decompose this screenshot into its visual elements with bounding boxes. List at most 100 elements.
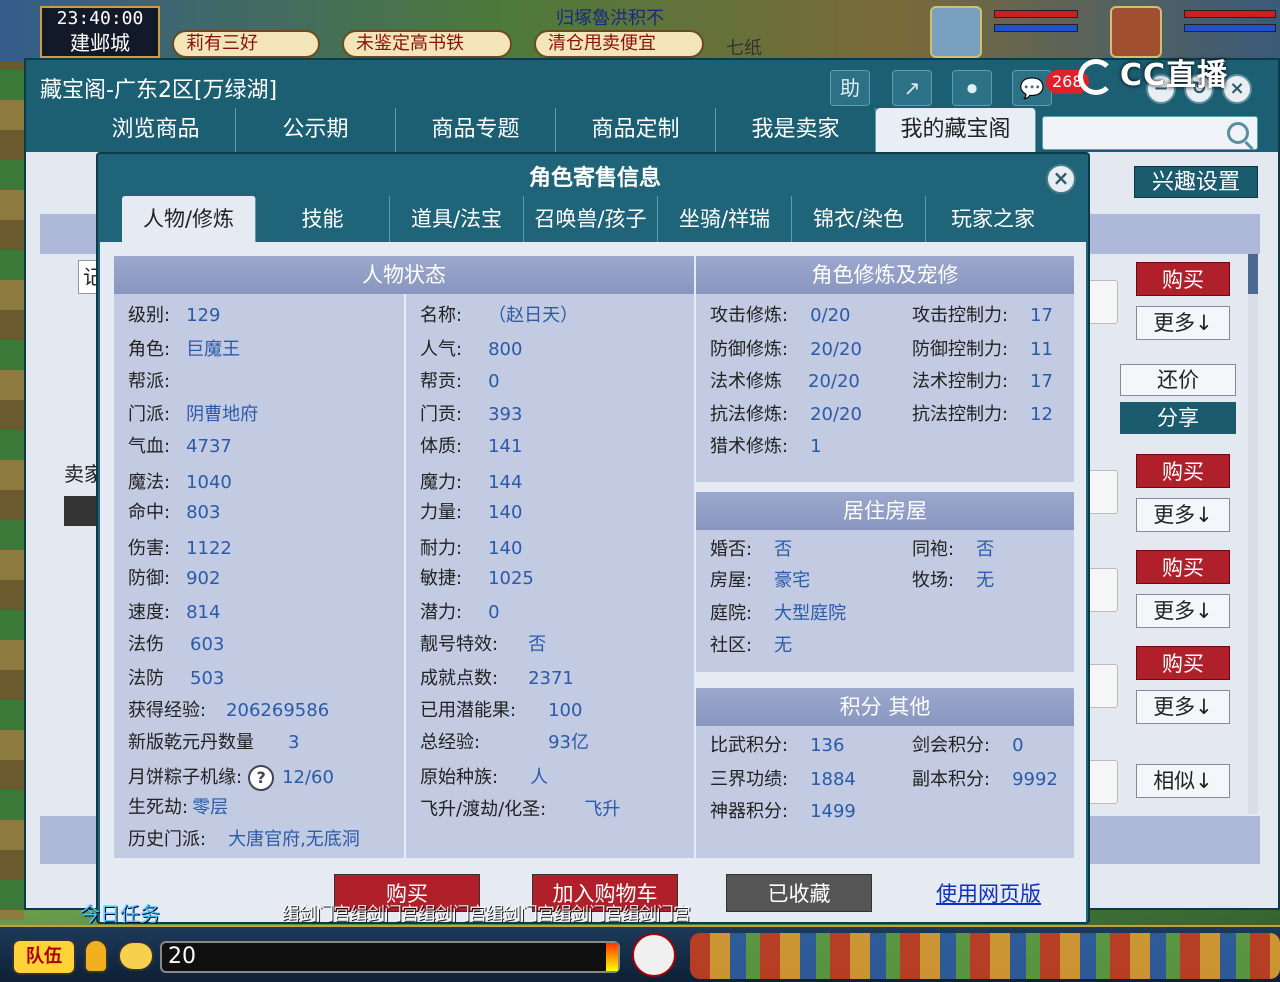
- buy-button[interactable]: 购买: [1136, 454, 1230, 488]
- tab-announce[interactable]: 公示期: [236, 108, 396, 152]
- cultivation-row: 法术控制力: 17: [912, 366, 1053, 398]
- stat-label: 魔法:: [128, 472, 171, 493]
- item-thumbnail[interactable]: [1088, 760, 1118, 804]
- quest-tag-1[interactable]: 莉有三好: [172, 30, 320, 58]
- microphone-icon[interactable]: [84, 939, 108, 973]
- buy-button[interactable]: 购买: [1136, 262, 1230, 296]
- tab-custom[interactable]: 商品定制: [556, 108, 716, 152]
- skill-shortcut-bar[interactable]: [690, 933, 1280, 979]
- stat-value: 无: [976, 570, 995, 591]
- message-icon[interactable]: 💬: [1012, 70, 1052, 106]
- help-button[interactable]: 助: [830, 70, 870, 106]
- more-button[interactable]: 更多↓: [1136, 594, 1230, 628]
- quest-title-top[interactable]: 归塚魯洪积不: [556, 4, 664, 29]
- collected-button[interactable]: 已收藏: [726, 874, 872, 912]
- chat-bubble-icon[interactable]: [118, 941, 154, 971]
- modal-body: 人物状态 级别: 129 角色: 巨魔王 帮派: 门派: 阴曹地府 气血: 4737 魔…: [100, 242, 1086, 922]
- chat-input[interactable]: 20: [160, 941, 620, 973]
- tab-topics[interactable]: 商品专题: [396, 108, 556, 152]
- tab-character[interactable]: 人物/修炼: [122, 196, 256, 242]
- interest-settings-button[interactable]: 兴趣设置: [1134, 166, 1258, 198]
- cultivation-panel: 角色修炼及宠修 攻击修炼: 0/20 攻击控制力: 17 防御修炼: 20/20 防御…: [696, 256, 1074, 482]
- stat-value: 129: [186, 305, 221, 326]
- cultivation-row: 攻击修炼: 0/20: [710, 300, 851, 332]
- points-row: 神器积分: 1499: [710, 796, 856, 828]
- tab-outfits[interactable]: 锦衣/染色: [792, 196, 926, 242]
- stat-row: 法伤 603: [128, 629, 224, 661]
- item-thumbnail[interactable]: [1088, 664, 1118, 708]
- points-row: 比武积分: 136: [710, 730, 844, 762]
- stat-label: 魔力:: [420, 472, 463, 493]
- stat-label: 法防: [128, 668, 164, 689]
- bargain-button[interactable]: 还价: [1120, 364, 1236, 396]
- stat-value: 3: [288, 732, 300, 753]
- tab-seller[interactable]: 我是卖家: [716, 108, 876, 152]
- stat-value: 阴曹地府: [186, 404, 259, 425]
- tab-my-pavilion[interactable]: 我的藏宝阁: [876, 108, 1036, 152]
- buy-button[interactable]: 购买: [1136, 550, 1230, 584]
- stat-label: 历史门派:: [128, 829, 207, 850]
- web-version-link[interactable]: 使用网页版: [936, 878, 1041, 908]
- stat-row: 速度: 814: [128, 597, 220, 629]
- panel-header: 积分 其他: [696, 688, 1074, 726]
- stat-value: 603: [190, 634, 225, 655]
- tab-browse[interactable]: 浏览商品: [76, 108, 236, 152]
- stat-row: 命中: 803: [128, 497, 220, 529]
- close-icon[interactable]: ×: [1046, 164, 1076, 194]
- record-icon[interactable]: ⏺: [952, 70, 992, 106]
- points-row: 副本积分: 9992: [912, 764, 1058, 796]
- stat-label: 防御修炼:: [710, 339, 789, 360]
- stat-value: 803: [186, 502, 221, 523]
- stat-row: 门贡: 393: [420, 399, 522, 431]
- today-task-link[interactable]: 今日任务: [80, 898, 160, 927]
- more-button[interactable]: 更多↓: [1136, 498, 1230, 532]
- similar-button[interactable]: 相似↓: [1136, 764, 1230, 798]
- quest-tag-2[interactable]: 未鉴定高书铁: [342, 30, 512, 58]
- stat-value: 0/20: [810, 305, 851, 326]
- scroll-thumb[interactable]: [1248, 254, 1258, 294]
- stat-row: 敏捷: 1025: [420, 563, 534, 595]
- more-button[interactable]: 更多↓: [1136, 306, 1230, 340]
- item-thumbnail[interactable]: [1088, 470, 1118, 514]
- stat-label: 门派:: [128, 404, 171, 425]
- stat-label: 耐力:: [420, 538, 463, 559]
- list-scrollbar[interactable]: [1248, 254, 1258, 814]
- stat-row: 气血: 4737: [128, 431, 232, 463]
- cultivation-row: 攻击控制力: 17: [912, 300, 1053, 332]
- item-thumbnail[interactable]: [1088, 568, 1118, 612]
- stat-label: 防御控制力:: [912, 339, 1009, 360]
- share-button[interactable]: 分享: [1120, 402, 1236, 434]
- stat-value: 140: [488, 538, 523, 559]
- tab-skills[interactable]: 技能: [256, 196, 390, 242]
- stat-label: 新版乾元丹数量: [128, 732, 254, 753]
- tab-items[interactable]: 道具/法宝: [390, 196, 524, 242]
- stat-label: 抗法修炼:: [710, 404, 789, 425]
- stat-value: 93亿: [548, 732, 589, 753]
- stat-value: 否: [528, 634, 547, 655]
- modal-title: 角色寄售信息: [528, 166, 661, 191]
- stat-value: 4737: [186, 436, 232, 457]
- buy-button[interactable]: 购买: [1136, 646, 1230, 680]
- stat-label: 抗法控制力:: [912, 404, 1009, 425]
- stat-row: 飞升/渡劫/化圣: 飞升: [420, 794, 620, 826]
- tab-summons[interactable]: 召唤兽/孩子: [524, 196, 658, 242]
- more-button[interactable]: 更多↓: [1136, 690, 1230, 724]
- stat-label: 门贡:: [420, 404, 463, 425]
- pet-face-icon[interactable]: [632, 933, 676, 977]
- search-input[interactable]: [1042, 116, 1258, 150]
- team-button[interactable]: 队伍: [12, 939, 76, 975]
- help-icon[interactable]: ?: [248, 765, 275, 791]
- stat-value: 2371: [528, 668, 574, 689]
- share-icon[interactable]: ↗: [892, 70, 932, 106]
- tab-player-home[interactable]: 玩家之家: [926, 196, 1060, 242]
- stat-label: 婚否:: [710, 539, 753, 560]
- search-icon[interactable]: [1227, 122, 1249, 144]
- stat-label: 级别:: [128, 305, 171, 326]
- pet-avatar[interactable]: [930, 6, 982, 58]
- item-thumbnail[interactable]: [1088, 280, 1118, 324]
- stat-row: 月饼粽子机缘:? 12/60: [128, 762, 334, 794]
- quest-tag-3[interactable]: 清仓甩卖便宜: [534, 30, 704, 58]
- tab-mounts[interactable]: 坐骑/祥瑞: [658, 196, 792, 242]
- housing-row: 庭院: 大型庭院: [710, 598, 846, 630]
- stat-label: 成就点数:: [420, 668, 499, 689]
